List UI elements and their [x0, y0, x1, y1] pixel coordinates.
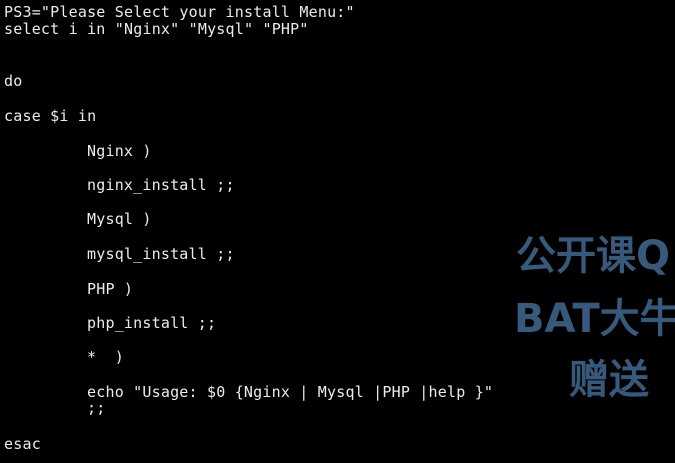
code-line-mysql-option: Mysql ) — [87, 210, 152, 228]
code-line-ps3: PS3="Please Select your install Menu:" — [4, 3, 355, 21]
code-line-nginx-install: nginx_install ;; — [87, 176, 235, 194]
watermark-line-1: 公开课Q — [516, 233, 671, 279]
code-line-mysql-install: mysql_install ;; — [87, 245, 235, 263]
code-line-case: case $i in — [4, 107, 97, 125]
code-line-esac: esac — [4, 435, 41, 453]
code-line-echo-usage: echo "Usage: $0 {Nginx | Mysql |PHP |hel… — [87, 383, 494, 401]
code-line-terminator: ;; — [87, 399, 106, 417]
code-line-php-option: PHP ) — [87, 280, 134, 298]
watermark-line-3: 赠送 — [569, 357, 649, 403]
code-line-do: do — [4, 72, 23, 90]
code-line-select: select i in "Nginx" "Mysql" "PHP" — [4, 20, 309, 38]
code-line-nginx-option: Nginx ) — [87, 142, 152, 160]
watermark-line-2: BAT大牛 — [514, 296, 675, 342]
code-line-default-option: * ) — [87, 348, 124, 366]
terminal-window[interactable]: PS3="Please Select your install Menu:" s… — [0, 0, 675, 463]
code-line-php-install: php_install ;; — [87, 314, 217, 332]
